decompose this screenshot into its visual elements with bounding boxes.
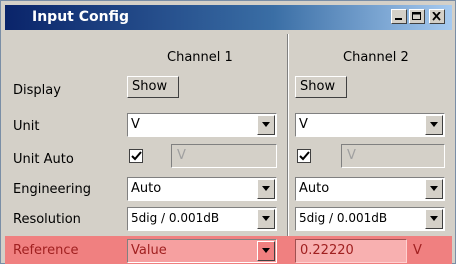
ch2-show-button[interactable]: Show [295, 76, 347, 98]
ch2-unit-auto-value: V [347, 148, 356, 163]
ch1-engineering-value: Auto [131, 181, 162, 196]
engineering-label: Engineering [13, 182, 91, 197]
ch1-resolution-value: 5dig / 0.001dB [131, 211, 220, 225]
ch2-reference-unit: V [413, 243, 422, 258]
chevron-down-icon [262, 248, 270, 253]
ch2-resolution-select[interactable]: 5dig / 0.001dB [295, 207, 445, 231]
unit-label: Unit [13, 119, 40, 134]
ch2-engineering-select[interactable]: Auto [295, 177, 445, 201]
ch2-resolution-value: 5dig / 0.001dB [299, 211, 388, 225]
config-panel: Channel 1 Channel 2 Display Show Show Un… [5, 34, 452, 264]
maximize-icon [412, 12, 421, 20]
ch1-show-button[interactable]: Show [127, 76, 179, 98]
ch1-unit-auto-field: V [171, 144, 277, 168]
checkmark-icon [131, 151, 142, 161]
unit-auto-label: Unit Auto [13, 152, 74, 167]
ch2-unit-select[interactable]: V [295, 113, 445, 137]
ch2-reference-value: 0.22220 [300, 243, 354, 258]
ch1-unit-auto-value: V [177, 148, 186, 163]
ch1-unit-select[interactable]: V [127, 113, 277, 137]
ch2-unit-auto-field: V [341, 144, 445, 168]
chevron-down-icon [262, 122, 270, 127]
ch1-engineering-dropdown[interactable] [257, 179, 275, 199]
chevron-down-icon [262, 186, 270, 191]
reference-row: Reference Value 0.22220 V [5, 236, 452, 264]
column-divider [287, 34, 289, 236]
ch2-unit-value: V [299, 117, 308, 132]
ch1-resolution-dropdown[interactable] [257, 209, 275, 229]
display-label: Display [13, 83, 61, 98]
ch1-unit-value: V [131, 117, 140, 132]
chevron-down-icon [262, 216, 270, 221]
ch1-unit-dropdown[interactable] [257, 115, 275, 135]
ch1-unit-auto-checkbox[interactable] [129, 149, 143, 163]
minimize-button[interactable] [391, 9, 407, 24]
ch1-reference-select[interactable]: Value [127, 239, 277, 263]
close-button[interactable] [429, 9, 445, 24]
minimize-icon [395, 18, 402, 20]
chevron-down-icon [430, 216, 438, 221]
channel-2-header: Channel 2 [343, 50, 409, 65]
ch2-unit-dropdown[interactable] [425, 115, 443, 135]
checkmark-icon [299, 151, 310, 161]
ch2-resolution-dropdown[interactable] [425, 209, 443, 229]
ch2-engineering-value: Auto [299, 181, 330, 196]
chevron-down-icon [430, 186, 438, 191]
ch1-reference-value: Value [131, 243, 167, 258]
chevron-down-icon [430, 122, 438, 127]
window-title: Input Config [32, 9, 129, 25]
channel-1-header: Channel 1 [167, 50, 233, 65]
reference-label: Reference [13, 243, 79, 258]
ch2-reference-input[interactable]: 0.22220 [295, 239, 407, 263]
title-bar[interactable]: Input Config [5, 5, 452, 30]
ch1-engineering-select[interactable]: Auto [127, 177, 277, 201]
ch1-reference-dropdown[interactable] [257, 241, 275, 261]
ch2-unit-auto-checkbox[interactable] [297, 149, 311, 163]
close-icon [432, 12, 441, 21]
ch2-engineering-dropdown[interactable] [425, 179, 443, 199]
maximize-button[interactable] [409, 9, 425, 24]
resolution-label: Resolution [13, 212, 81, 227]
input-config-window: Input Config Channel 1 Channel 2 Display… [0, 0, 456, 264]
ch1-resolution-select[interactable]: 5dig / 0.001dB [127, 207, 277, 231]
